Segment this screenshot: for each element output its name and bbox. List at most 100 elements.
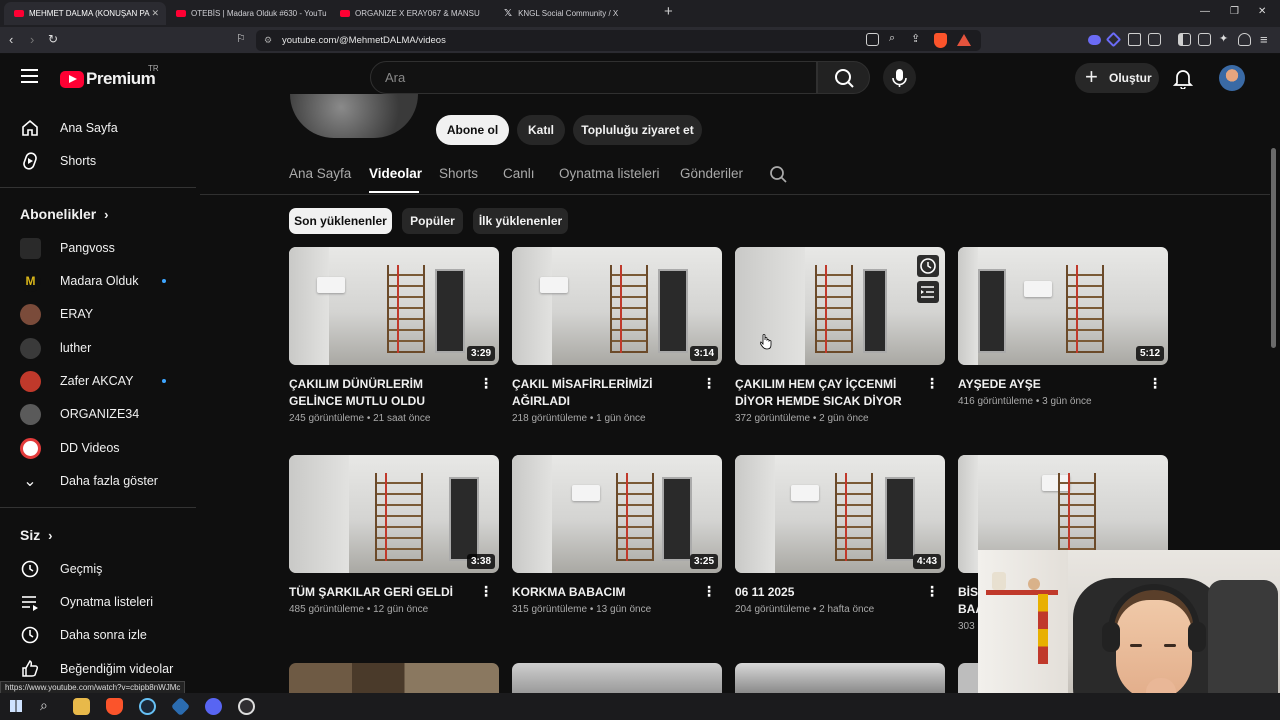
sidebar-sub-madara-olduk[interactable]: M Madara Olduk [20, 266, 180, 296]
taskbar-search-icon[interactable]: ⌕ [40, 697, 48, 714]
close-tab-icon[interactable]: ✕ [151, 8, 159, 19]
sidebar-sub-organize34[interactable]: ORGANIZE34 [20, 399, 180, 429]
video-thumbnail[interactable]: 3:29 [289, 247, 499, 365]
subscriptions-heading[interactable]: Abonelikler › [20, 206, 108, 222]
tab-posts[interactable]: Gönderiler [680, 166, 743, 181]
hamburger-menu-icon[interactable] [21, 69, 38, 83]
app-icon[interactable] [170, 696, 191, 717]
page-scrollbar[interactable] [1271, 148, 1276, 348]
bookmark-icon[interactable]: ⚐ [236, 32, 246, 45]
close-window-icon[interactable]: ✕ [1258, 6, 1266, 17]
visit-community-button[interactable]: Topluluğu ziyaret et [573, 115, 702, 145]
sidebar-item-shorts[interactable]: Shorts [20, 146, 180, 176]
video-thumbnail[interactable] [512, 663, 722, 693]
video-title[interactable]: ÇAKIL MİSAFİRLERİMİZİ AĞIRLADI [512, 376, 722, 410]
tab-live[interactable]: Canlı [503, 166, 535, 181]
new-tab-icon[interactable]: + [664, 3, 673, 20]
subscribe-button[interactable]: Abone ol [436, 115, 509, 145]
notifications-bell-icon[interactable] [1173, 67, 1193, 89]
more-options-icon[interactable]: ⋮ [1148, 375, 1162, 392]
browser-tab-organize[interactable]: ORGANIZE X ERAY067 & MANSU [330, 2, 494, 25]
forward-icon[interactable]: › [30, 32, 34, 47]
video-title[interactable]: TÜM ŞARKILAR GERİ GELDİ [289, 584, 499, 601]
sidebar-sub-zafer-akcay[interactable]: Zafer AKCAY [20, 366, 180, 396]
wallet-icon[interactable] [1198, 33, 1211, 46]
sidebar-toggle-icon[interactable] [1178, 33, 1191, 46]
more-options-icon[interactable]: ⋮ [479, 583, 493, 600]
zoom-icon[interactable]: ⌕ [889, 32, 895, 45]
discord-icon[interactable] [205, 698, 222, 715]
browser-tab-madara-olduk[interactable]: OTEBİS | Madara Olduk #630 - YouTu [166, 2, 330, 25]
sidebar-show-more[interactable]: ⌄ Daha fazla göster [20, 466, 180, 496]
media-icon[interactable] [1148, 33, 1161, 46]
video-card[interactable]: 3:14 ÇAKIL MİSAFİRLERİMİZİ AĞIRLADI 218 … [512, 247, 722, 424]
sidebar-item-watch-later[interactable]: Daha sonra izle [20, 620, 180, 650]
minimize-icon[interactable]: — [1200, 6, 1210, 17]
sidebar-item-home[interactable]: Ana Sayfa [20, 113, 180, 143]
video-title[interactable]: ÇAKILIM HEM ÇAY İÇCENMİ DİYOR HEMDE SICA… [735, 376, 945, 410]
video-card[interactable]: 5:12 AYŞEDE AYŞE 416 görüntüleme • 3 gün… [958, 247, 1168, 407]
video-thumbnail[interactable]: 5:12 [958, 247, 1168, 365]
add-to-queue-icon[interactable] [917, 281, 939, 303]
voice-search-button[interactable] [883, 61, 916, 94]
sidebar-item-liked-videos[interactable]: Beğendiğim videolar [20, 654, 180, 684]
menu-icon[interactable]: ≡ [1260, 32, 1268, 47]
tab-playlists[interactable]: Oynatma listeleri [559, 166, 660, 181]
brave-shields-icon[interactable] [934, 33, 947, 48]
more-options-icon[interactable]: ⋮ [702, 375, 716, 392]
tab-shorts[interactable]: Shorts [439, 166, 478, 181]
join-button[interactable]: Katıl [517, 115, 565, 145]
more-options-icon[interactable]: ⋮ [925, 375, 939, 392]
browser-tab-kngl[interactable]: 𝕏 KNGL Social Community / X [494, 2, 658, 25]
video-title[interactable]: AYŞEDE AYŞE [958, 376, 1168, 393]
video-thumbnail[interactable] [735, 663, 945, 693]
more-options-icon[interactable]: ⋮ [479, 375, 493, 392]
vpn-icon[interactable] [1238, 33, 1251, 46]
more-options-icon[interactable]: ⋮ [702, 583, 716, 600]
windows-start-icon[interactable] [10, 700, 22, 712]
sidebar-item-history[interactable]: Geçmiş [20, 554, 180, 584]
account-avatar[interactable] [1219, 65, 1245, 91]
obs-icon[interactable] [238, 698, 255, 715]
video-title[interactable]: ÇAKILIM DÜNÜRLERİM GELİNCE MUTLU OLDU [289, 376, 499, 410]
video-thumbnail[interactable]: 3:25 [512, 455, 722, 573]
youtube-premium-logo[interactable]: Premium TR [60, 64, 159, 89]
you-heading[interactable]: Siz › [20, 527, 52, 543]
chip-latest[interactable]: Son yüklenenler [289, 208, 392, 234]
cast-icon[interactable] [866, 33, 879, 46]
file-explorer-icon[interactable] [73, 698, 90, 715]
video-thumbnail[interactable]: 4:43 [735, 455, 945, 573]
chip-oldest[interactable]: İlk yüklenenler [473, 208, 568, 234]
watch-later-icon[interactable] [917, 255, 939, 277]
video-title[interactable]: 06 11 2025 [735, 584, 945, 601]
video-card[interactable]: 3:25 KORKMA BABACIM 315 görüntüleme • 13… [512, 455, 722, 615]
sidebar-sub-luther[interactable]: luther [20, 333, 180, 363]
video-card[interactable]: 3:29 ÇAKILIM DÜNÜRLERİM GELİNCE MUTLU OL… [289, 247, 499, 424]
sidebar-sub-pangvoss[interactable]: Pangvoss [20, 233, 180, 263]
channel-search-icon[interactable] [769, 165, 789, 185]
sidebar-item-playlists[interactable]: Oynatma listeleri [20, 587, 180, 617]
search-input[interactable]: Ara [370, 61, 817, 94]
site-settings-icon[interactable]: ⚙ [264, 30, 272, 51]
browser-tab-mehmet-dalma[interactable]: MEHMET DALMA (KONUŞAN PA ✕ [4, 2, 166, 25]
brave-browser-icon[interactable] [106, 698, 123, 715]
sidebar-sub-eray[interactable]: ERAY [20, 299, 180, 329]
video-card[interactable]: 3:38 TÜM ŞARKILAR GERİ GELDİ 485 görüntü… [289, 455, 499, 615]
extension-icon[interactable] [1088, 35, 1101, 45]
video-thumbnail[interactable]: 3:38 [289, 455, 499, 573]
restore-icon[interactable]: ❐ [1230, 6, 1239, 17]
video-title[interactable]: KORKMA BABACIM [512, 584, 722, 601]
video-thumbnail[interactable] [289, 663, 499, 693]
tab-videos[interactable]: Videolar [369, 166, 422, 181]
tab-home[interactable]: Ana Sayfa [289, 166, 351, 181]
leo-ai-icon[interactable]: ✦ [1219, 32, 1228, 45]
extensions-puzzle-icon[interactable] [1128, 33, 1141, 46]
more-options-icon[interactable]: ⋮ [925, 583, 939, 600]
extension-icon[interactable] [1105, 31, 1122, 48]
video-thumbnail[interactable]: 3:14 [512, 247, 722, 365]
back-icon[interactable]: ‹ [9, 32, 13, 47]
sidebar-sub-dd-videos[interactable]: DD Videos [20, 433, 180, 463]
search-button[interactable] [817, 61, 870, 94]
video-thumbnail[interactable] [958, 663, 978, 693]
create-button[interactable]: Oluştur [1075, 62, 1159, 93]
